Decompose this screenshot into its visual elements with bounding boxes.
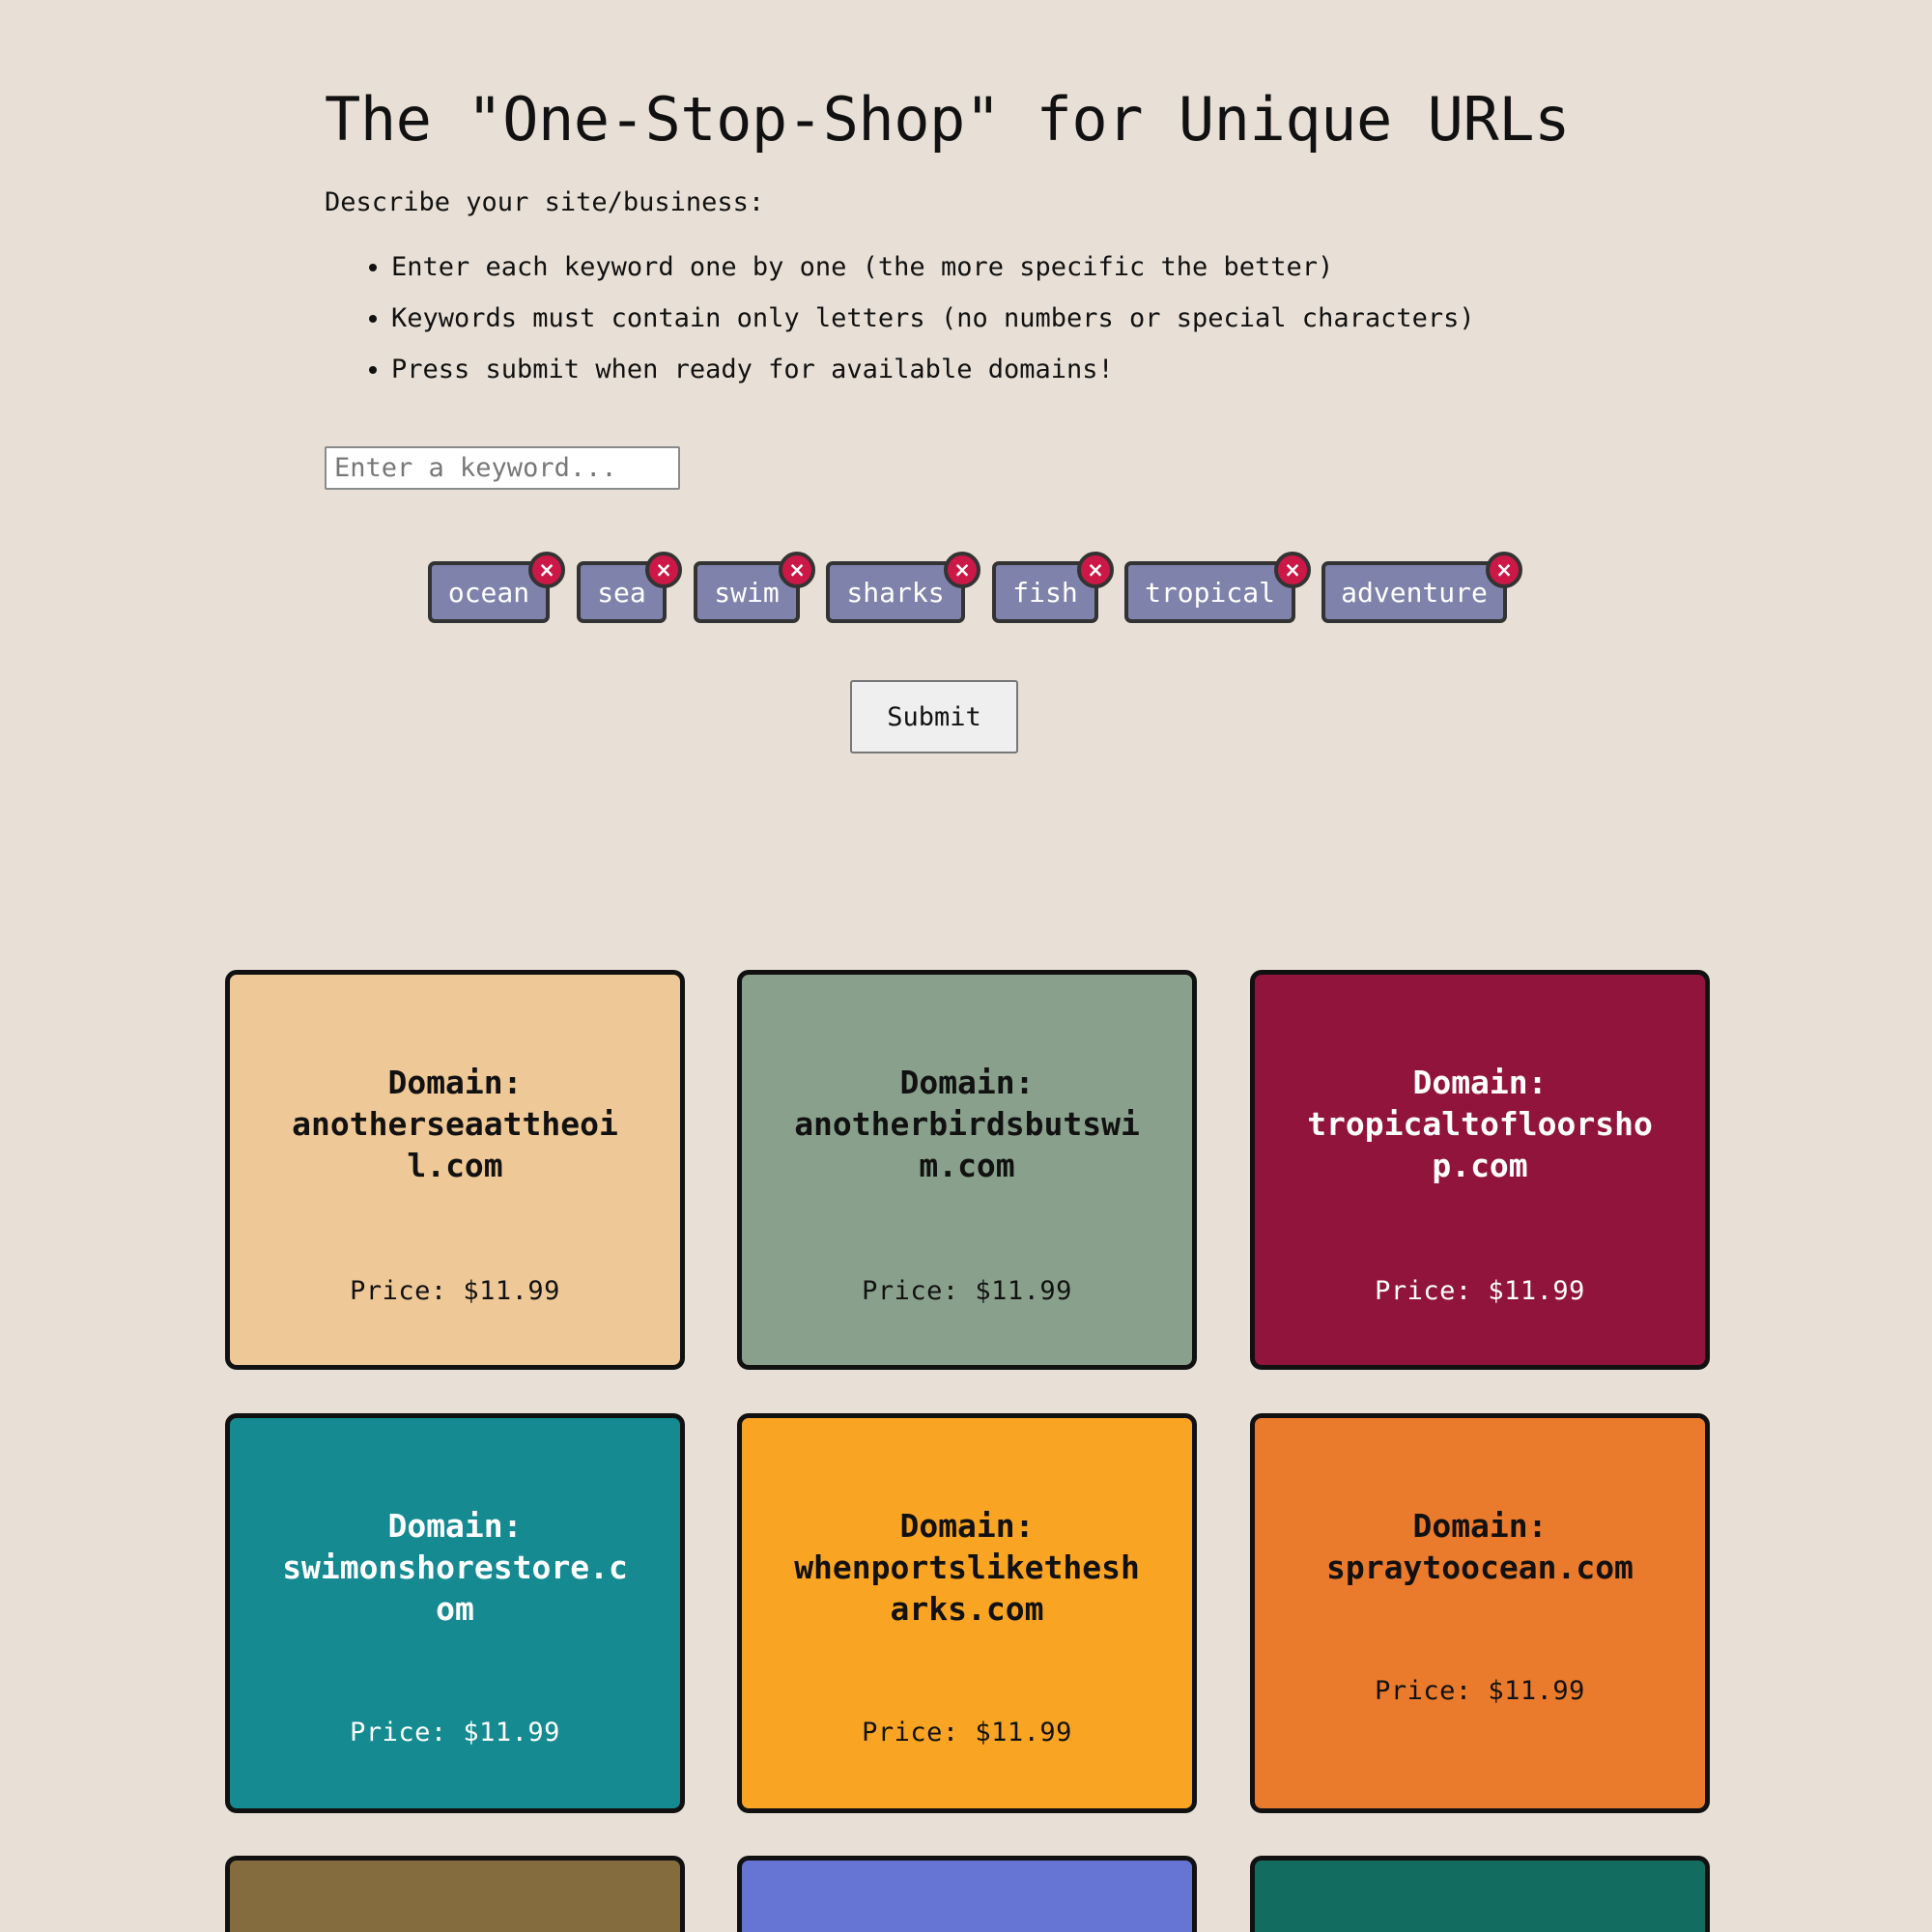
- domain-label: Domain:: [387, 1507, 523, 1545]
- domain-label: Domain:: [1412, 1064, 1548, 1101]
- domain-name: swimonshorestore.com: [282, 1548, 628, 1628]
- domain-card[interactable]: Domain: whenportslikethesharks.com Price…: [737, 1413, 1197, 1813]
- domain-name: anotherseaattheoil.com: [292, 1105, 618, 1184]
- page: The "One-Stop-Shop" for Unique URLs Desc…: [0, 0, 1932, 1932]
- domain-card[interactable]: Domain: anotherseaattheoil.com Price: $1…: [225, 970, 685, 1370]
- domain-price: Price: $11.99: [1375, 1676, 1585, 1706]
- domain-card[interactable]: [225, 1856, 685, 1932]
- domain-card[interactable]: [737, 1856, 1197, 1932]
- card-domain: Domain: anotherbirdsbutswim.com: [790, 1062, 1144, 1186]
- domain-card[interactable]: Domain: anotherbirdsbutswim.com Price: $…: [737, 970, 1197, 1370]
- card-domain: Domain: tropicaltofloorshop.com: [1303, 1062, 1657, 1186]
- domain-label: Domain:: [1412, 1507, 1548, 1545]
- domain-card[interactable]: Domain: swimonshorestore.com Price: $11.…: [225, 1413, 685, 1813]
- card-domain: Domain: whenportslikethesharks.com: [790, 1505, 1144, 1630]
- domain-label: Domain:: [899, 1064, 1035, 1101]
- domain-price: Price: $11.99: [350, 1718, 560, 1747]
- domain-name: tropicaltofloorshop.com: [1307, 1105, 1653, 1184]
- card-domain: Domain: anotherseaattheoil.com: [278, 1062, 632, 1186]
- domain-card[interactable]: [1250, 1856, 1710, 1932]
- domain-label: Domain:: [387, 1064, 523, 1101]
- domain-price: Price: $11.99: [862, 1276, 1072, 1306]
- domain-name: anotherbirdsbutswim.com: [794, 1105, 1140, 1184]
- card-domain: Domain: swimonshorestore.com: [278, 1505, 632, 1630]
- domain-results: Domain: anotherseaattheoil.com Price: $1…: [0, 0, 1932, 1932]
- domain-card[interactable]: Domain: tropicaltofloorshop.com Price: $…: [1250, 970, 1710, 1370]
- domain-card[interactable]: Domain: spraytoocean.com Price: $11.99: [1250, 1413, 1710, 1813]
- domain-price: Price: $11.99: [350, 1276, 560, 1306]
- card-domain: Domain: spraytoocean.com: [1303, 1505, 1657, 1588]
- domain-label: Domain:: [899, 1507, 1035, 1545]
- domain-name: whenportslikethesharks.com: [794, 1548, 1140, 1628]
- domain-name: spraytoocean.com: [1326, 1548, 1634, 1586]
- domain-price: Price: $11.99: [1375, 1276, 1585, 1306]
- domain-price: Price: $11.99: [862, 1718, 1072, 1747]
